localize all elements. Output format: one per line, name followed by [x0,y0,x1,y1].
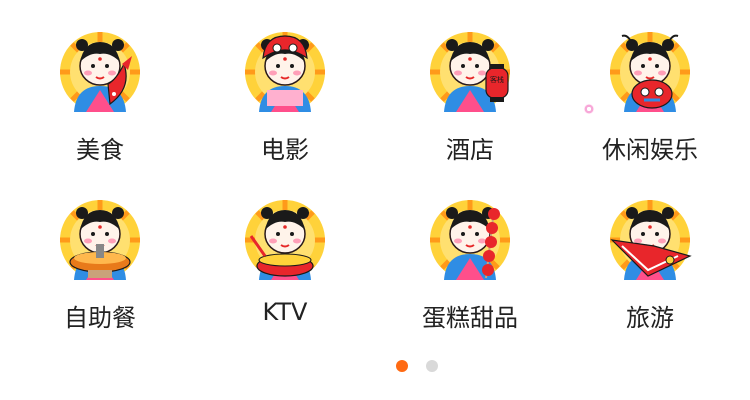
category-label: 美食 [76,136,124,164]
category-buffet[interactable]: 自助餐 [20,178,180,348]
category-leisure[interactable]: 休闲娱乐 [570,10,730,180]
category-label: 休闲娱乐 [602,136,698,164]
page-dot-active[interactable] [396,360,408,372]
category-label: 自助餐 [64,304,136,332]
category-label: 旅游 [626,304,674,332]
fish-figure-icon [58,28,142,112]
page-dot-inactive[interactable] [426,360,438,372]
category-label: 蛋糕甜品 [422,304,518,332]
drum-figure-icon [243,196,327,280]
category-dessert[interactable]: 蛋糕甜品 [390,178,550,348]
category-travel[interactable]: 旅游 [570,178,730,348]
category-label: 电影 [261,136,309,164]
category-label: KTV [262,298,308,326]
category-food[interactable]: 美食 [20,10,180,180]
page-indicator [0,360,750,374]
category-movie[interactable]: 电影 [205,10,365,180]
candied-haws-figure-icon [428,196,512,280]
kite-figure-icon [608,196,692,280]
hotpot-figure-icon [58,196,142,280]
tiger-figure-icon [608,28,692,112]
category-ktv[interactable]: KTV [205,178,365,348]
lantern-figure-icon: 客栈 [428,28,512,112]
lion-mask-figure-icon [243,28,327,112]
category-hotel[interactable]: 客栈 酒店 [390,10,550,180]
category-label: 酒店 [446,136,494,164]
lantern-text: 客栈 [490,75,504,84]
sparkle-decoration [584,104,594,114]
